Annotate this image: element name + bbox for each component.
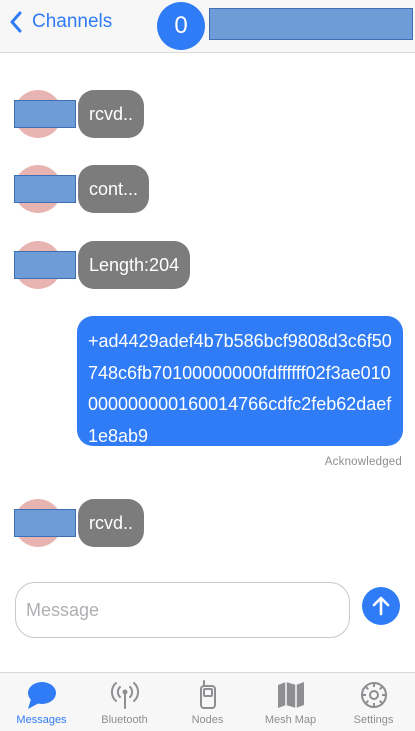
- incoming-message-bubble[interactable]: cont...: [78, 165, 150, 213]
- delivery-status: Acknowledged: [324, 456, 402, 468]
- tab-settings[interactable]: Settings: [332, 673, 415, 731]
- tab-bar: Messages Bluetooth Nodes Mesh Map Settin…: [0, 672, 415, 731]
- tab-label: Bluetooth: [101, 714, 148, 726]
- redacted-channel-name: [209, 8, 413, 40]
- tab-label: Settings: [353, 714, 394, 726]
- map-icon: [278, 682, 304, 708]
- tab-label: Nodes: [191, 714, 224, 726]
- redacted-sender-name: [14, 509, 76, 537]
- tab-nodes[interactable]: Nodes: [166, 673, 249, 731]
- tab-bluetooth[interactable]: Bluetooth: [83, 673, 166, 731]
- tab-label: Messages: [16, 714, 67, 726]
- redacted-sender-name: [14, 251, 76, 279]
- redacted-sender-name: [14, 100, 76, 128]
- navigation-bar: Channels 0: [0, 0, 415, 53]
- incoming-message-bubble[interactable]: Length:204: [78, 241, 191, 289]
- outgoing-message-bubble[interactable]: +ad4429adef4b7b586bcf9808d3c6f50748c6fb7…: [77, 316, 403, 446]
- send-button[interactable]: [362, 587, 400, 625]
- gear-icon: [361, 682, 387, 708]
- arrow-up-icon: [372, 596, 390, 616]
- message-input[interactable]: [15, 582, 350, 638]
- redacted-sender-name: [14, 175, 76, 203]
- back-to-channels-button[interactable]: Channels: [8, 10, 112, 34]
- incoming-message-bubble[interactable]: rcvd..: [78, 499, 145, 547]
- chat-bubble-icon: [28, 682, 56, 709]
- back-label: Channels: [32, 11, 113, 32]
- tab-messages[interactable]: Messages: [0, 673, 83, 731]
- tab-mesh-map[interactable]: Mesh Map: [249, 673, 332, 731]
- incoming-message-bubble[interactable]: rcvd..: [78, 90, 145, 138]
- chevron-left-icon: [10, 11, 22, 33]
- antenna-icon: [110, 682, 140, 709]
- tab-label: Mesh Map: [264, 714, 317, 726]
- channel-number-badge: 0: [157, 2, 205, 50]
- handheld-device-icon: [200, 680, 216, 709]
